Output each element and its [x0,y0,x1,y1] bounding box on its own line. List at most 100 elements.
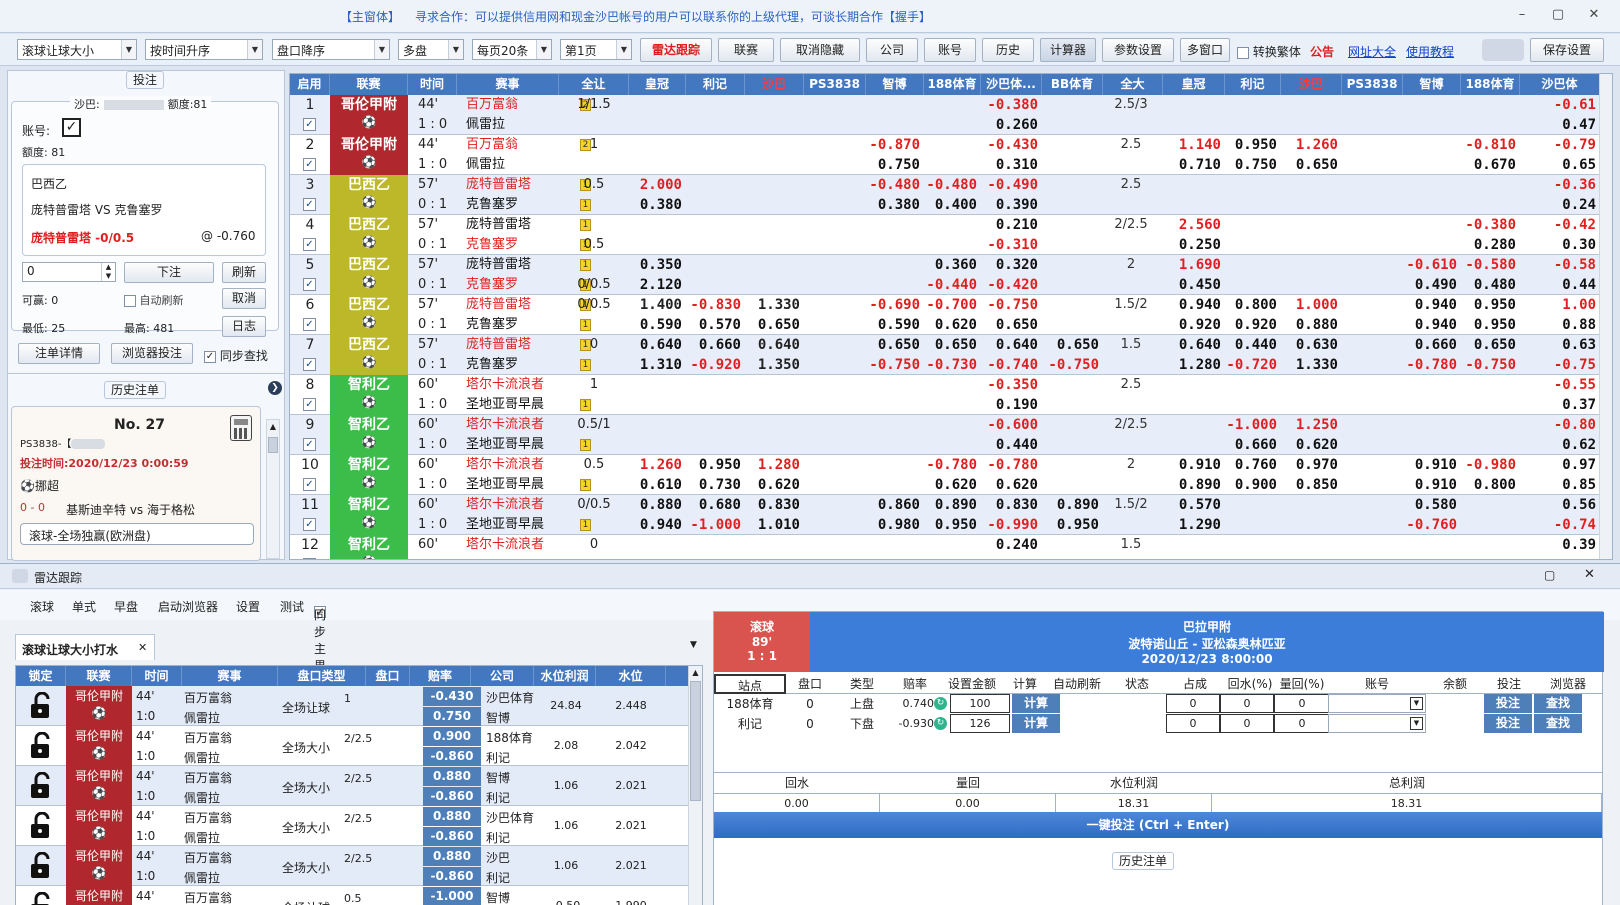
odds-cell[interactable] [1281,115,1338,135]
unlock-icon[interactable] [28,692,54,720]
odds-cell[interactable] [1342,235,1399,255]
convert-traditional-toggle[interactable]: 转换繁体 [1237,43,1301,60]
odds-cell[interactable]: 0.660 [1225,435,1277,455]
odds-cell[interactable] [1163,395,1221,415]
odds-cell[interactable]: 1.330 [745,295,800,315]
league-cell[interactable]: 巴西乙 ⚽ [330,335,408,375]
odds-cell[interactable] [1342,315,1399,335]
odds-cell[interactable] [686,395,741,415]
odds-cell[interactable]: -0.990 [981,515,1038,535]
odds-cell[interactable] [1461,435,1516,455]
odds-cell[interactable]: 1.350 [745,355,800,375]
odds-cell[interactable] [804,115,862,135]
odds-cell[interactable]: 0.950 [924,515,977,535]
odds-cell[interactable] [745,375,800,395]
odds-cell[interactable] [745,95,800,115]
one-key-bet-button[interactable]: 一键投注 (Ctrl + Enter) [714,812,1602,838]
odds-cell[interactable] [686,375,741,395]
odds-cell[interactable]: 1.00 [1520,295,1596,315]
odds-cell[interactable] [1225,215,1277,235]
log-button[interactable]: 日志 [222,316,266,337]
odds-cell[interactable] [686,115,741,135]
odds-cell[interactable]: -0.55 [1520,375,1596,395]
odds-cell[interactable]: 0.65 [1520,155,1596,175]
odds-cell[interactable] [1403,435,1457,455]
browser-bet-button[interactable]: 浏览器投注 [111,343,193,364]
refresh-icon[interactable]: ↻ [934,697,947,710]
odds-cell[interactable]: 1.250 [1281,415,1338,435]
league-button[interactable]: 联赛 [718,38,774,62]
odds-cell[interactable]: -0.61 [1520,95,1596,115]
odds-cell[interactable] [1403,395,1457,415]
league-cell[interactable]: 哥伦甲附 ⚽ [66,846,132,886]
odds-cell[interactable] [686,215,741,235]
odds-cell[interactable]: 0.190 [981,395,1038,415]
table-row[interactable]: 7 ✓ 巴西乙 ⚽ 57' 0 : 1 庞特普雷塔 克鲁塞罗 1 1 0 0.640 0.660 0.64… [290,335,1600,375]
amount-input[interactable]: 100 [950,694,1010,713]
odds-cell[interactable] [866,375,920,395]
odds-cell[interactable] [745,215,800,235]
odds-cell[interactable]: 0.880 [629,495,682,515]
odds-cell[interactable] [866,555,920,559]
column-header[interactable]: 智博 [1403,74,1461,95]
cancel-button[interactable]: 取消 [222,288,266,309]
back-rate-input[interactable]: 0 [1274,694,1330,713]
odds-cell[interactable] [745,535,800,555]
odds-cell[interactable] [924,415,977,435]
table-row[interactable]: 5 ✓ 巴西乙 ⚽ 57' 0 : 1 庞特普雷塔 克鲁塞罗 1 1 0/0.5 0.350 0.360… [290,255,1600,295]
odds-cell[interactable]: -0.720 [1225,355,1277,375]
column-header[interactable]: 全让 [559,74,629,95]
odds-cell[interactable] [1225,375,1277,395]
odds-cell[interactable]: -0.74 [1520,515,1596,535]
odds-cell[interactable] [1403,95,1457,115]
enable-checkbox[interactable]: ✓ [303,518,316,531]
odds-cell[interactable] [1042,455,1099,475]
odds-cell[interactable]: -1.000 [1225,415,1277,435]
column-header[interactable]: 盘口类型 [278,666,366,686]
odds-cell[interactable] [686,415,741,435]
odds-cell[interactable] [804,175,862,195]
odds-cell[interactable] [1103,515,1159,535]
odds-cell[interactable]: 0.580 [1403,495,1457,515]
odds-cell[interactable]: 0.940 [1403,295,1457,315]
column-header[interactable]: 锁定 [16,666,66,686]
odds-cell[interactable] [1225,275,1277,295]
odds-cell[interactable]: 0.440 [981,435,1038,455]
odds-cell[interactable] [1042,235,1099,255]
odds-cell[interactable] [1163,95,1221,115]
odds-cell[interactable] [1403,135,1457,155]
odds-cell[interactable] [686,155,741,175]
odds-cell[interactable]: 2.000 [629,175,682,195]
odds-cell[interactable]: 1.260 [629,455,682,475]
odds-cell[interactable]: 0.910 [1163,455,1221,475]
odds-cell[interactable] [1403,235,1457,255]
home-team[interactable]: 塔尔卡流浪者 [466,495,554,515]
odds-cell[interactable] [804,215,862,235]
odds-cell[interactable]: 1.5/2 [1103,295,1159,315]
odds-cell[interactable]: 0.760 [1225,455,1277,475]
odds-cell[interactable]: -0.36 [1520,175,1596,195]
odds-cell[interactable] [1342,435,1399,455]
odds-cell[interactable]: 0.910 [1403,475,1457,495]
odds-cell[interactable]: 0.890 [1042,495,1099,515]
odds-cell[interactable] [866,275,920,295]
enable-checkbox[interactable]: ✓ [303,558,316,559]
odds-cell[interactable]: -0.580 [1461,255,1516,275]
account-button[interactable]: 账号 [924,38,976,62]
odds-cell[interactable]: 0.650 [745,315,800,335]
column-header[interactable]: 联赛 [66,666,132,686]
odds-cell[interactable]: 2.5 [1103,135,1159,155]
odds-cell[interactable]: 2.120 [629,275,682,295]
menu-single[interactable]: 单式 [72,598,96,615]
sort-select[interactable]: 按时间升序 ▼ [145,39,263,60]
odds-cell[interactable]: 0.390 [981,195,1038,215]
odds-cell[interactable] [1403,155,1457,175]
column-header[interactable]: 赛事 [182,666,278,686]
odds-cell[interactable]: 0.910 [1403,455,1457,475]
odds-cell[interactable] [804,135,862,155]
odds-cell[interactable]: 0.940 [1163,295,1221,315]
table-row[interactable]: 6 ✓ 巴西乙 ⚽ 57' 0 : 1 庞特普雷塔 克鲁塞罗 1 1 0/0.5 1.400 -0.83… [290,295,1600,335]
odds-cell[interactable] [1042,535,1099,555]
odds-cell[interactable] [1342,195,1399,215]
odds-cell[interactable]: -0.780 [924,455,977,475]
